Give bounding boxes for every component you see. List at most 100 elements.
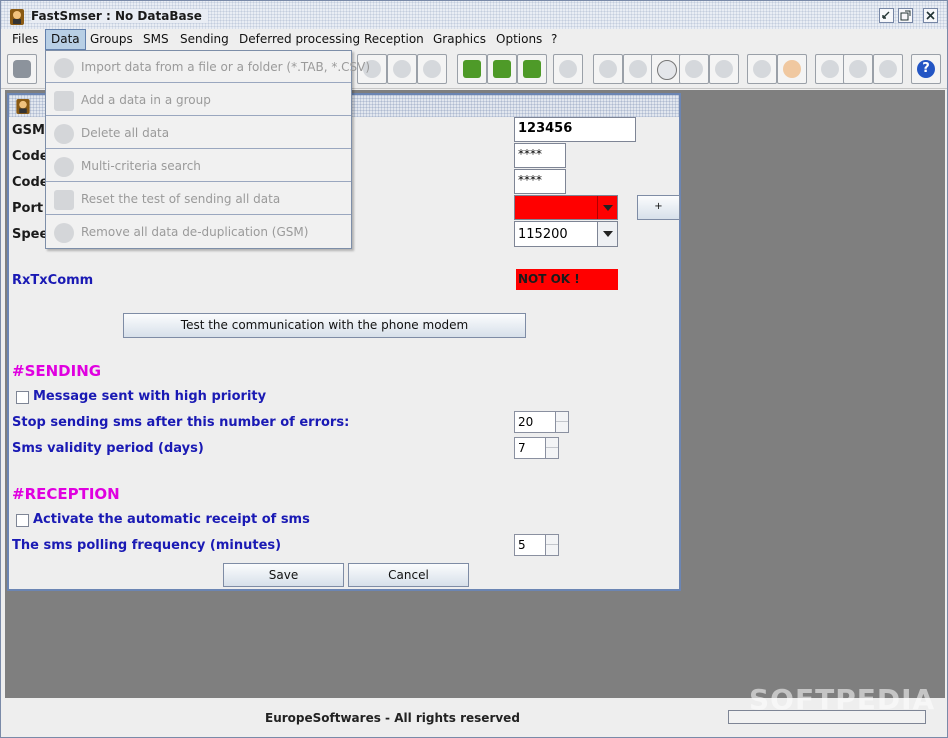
menu-item-add-data-group[interactable]: Add a data in a group <box>46 84 351 116</box>
stop-errors-stepper[interactable] <box>555 411 569 433</box>
close-icon <box>926 11 935 20</box>
toolbar-button-20[interactable] <box>843 54 873 84</box>
shield-icon <box>879 60 897 78</box>
auto-receipt-label: Activate the automatic receipt of sms <box>33 512 310 527</box>
dedup-icon <box>54 223 74 243</box>
speed-select[interactable]: 115200 <box>514 221 618 247</box>
cancel-toolbar-button[interactable] <box>709 54 739 84</box>
code-field-1[interactable]: **** <box>514 143 566 168</box>
stepper-up-icon[interactable] <box>556 412 568 422</box>
auto-receipt-checkbox[interactable] <box>16 514 29 527</box>
disc-icon <box>423 60 441 78</box>
menu-groups[interactable]: Groups <box>85 29 138 50</box>
code-field-2[interactable]: **** <box>514 169 566 194</box>
phone-edit-icon <box>493 60 511 78</box>
cross-icon <box>715 60 733 78</box>
close-button[interactable] <box>923 8 938 23</box>
high-priority-label: Message sent with high priority <box>33 389 267 404</box>
phone-send-icon <box>523 60 541 78</box>
import-icon <box>54 58 74 78</box>
message-icon <box>559 60 577 78</box>
gsm-field[interactable]: 123456 <box>514 117 636 142</box>
menu-help[interactable]: ? <box>546 29 562 50</box>
polling-stepper[interactable] <box>545 534 559 556</box>
menu-deferred-processing[interactable]: Deferred processing <box>234 29 365 50</box>
menu-files[interactable]: Files <box>7 29 43 50</box>
maximize-icon <box>900 10 911 21</box>
check-icon <box>685 60 703 78</box>
menu-graphics[interactable]: Graphics <box>428 29 491 50</box>
clock-icon <box>629 60 647 78</box>
menu-sms[interactable]: SMS <box>138 29 174 50</box>
toolbar-button-12[interactable] <box>593 54 623 84</box>
menu-item-label: Add a data in a group <box>81 93 211 107</box>
high-priority-checkbox[interactable] <box>16 391 29 404</box>
menu-sending[interactable]: Sending <box>175 29 234 50</box>
cancel-button[interactable]: Cancel <box>348 563 469 587</box>
app-logo-icon <box>10 9 24 25</box>
toolbar-button-17[interactable] <box>747 54 777 84</box>
menu-item-reset-test[interactable]: Reset the test of sending all data <box>46 183 351 215</box>
search-icon <box>54 157 74 177</box>
rxtxcomm-label: RxTxComm <box>12 273 94 288</box>
phone-add-button[interactable] <box>457 54 487 84</box>
toolbar-button-7[interactable] <box>417 54 447 84</box>
toolbar-button-21[interactable] <box>873 54 903 84</box>
reception-heading: #RECEPTION <box>12 485 120 503</box>
window-title: FastSmser : No DataBase <box>31 9 208 23</box>
menu-item-import-data[interactable]: Import data from a file or a folder (*.T… <box>46 51 370 83</box>
help-button[interactable]: ? <box>911 54 941 84</box>
minimize-button[interactable] <box>879 8 894 23</box>
database-button[interactable] <box>7 54 37 84</box>
maximize-button[interactable] <box>898 8 913 23</box>
toolbar-button-6[interactable] <box>387 54 417 84</box>
menu-options[interactable]: Options <box>491 29 547 50</box>
polling-label: The sms polling frequency (minutes) <box>12 538 282 553</box>
port-select[interactable] <box>514 195 618 220</box>
clock-icon <box>657 60 677 80</box>
add-port-button[interactable]: + <box>637 195 680 220</box>
speed-select-value: 115200 <box>518 227 568 242</box>
user-icon <box>783 60 801 78</box>
chevron-down-icon <box>597 222 617 246</box>
shield-icon <box>849 60 867 78</box>
code-label-2: Code <box>12 175 49 190</box>
test-communication-button[interactable]: Test the communication with the phone mo… <box>123 313 526 338</box>
data-menu-dropdown: Import data from a file or a folder (*.T… <box>45 50 370 249</box>
help-glyph: ? <box>922 61 930 76</box>
settings-window-icon <box>16 98 30 115</box>
globe-icon <box>753 60 771 78</box>
menu-reception[interactable]: Reception <box>359 29 429 50</box>
code-label-1: Code <box>12 149 49 164</box>
rxtxcomm-status: NOT OK ! <box>516 269 618 290</box>
toolbar-button-11[interactable] <box>553 54 583 84</box>
validity-spinner[interactable]: 7 <box>514 437 546 459</box>
scheduler-button[interactable] <box>651 54 681 84</box>
polling-spinner[interactable]: 5 <box>514 534 546 556</box>
stop-errors-label: Stop sending sms after this number of er… <box>12 415 350 430</box>
user-button[interactable] <box>777 54 807 84</box>
watermark: SOFTPEDIA <box>749 683 936 716</box>
stepper-down-icon[interactable] <box>556 422 568 432</box>
validity-stepper[interactable] <box>545 437 559 459</box>
validate-button[interactable] <box>679 54 709 84</box>
stepper-down-icon[interactable] <box>546 448 558 458</box>
menu-item-multi-criteria-search[interactable]: Multi-criteria search <box>46 150 351 182</box>
stepper-up-icon[interactable] <box>546 535 558 545</box>
sending-heading: #SENDING <box>12 362 102 380</box>
stepper-down-icon[interactable] <box>546 545 558 555</box>
toolbar-button-13[interactable] <box>623 54 653 84</box>
stepper-up-icon[interactable] <box>546 438 558 448</box>
save-button[interactable]: Save <box>223 563 344 587</box>
app-window: FastSmser : No DataBase Files Data Group… <box>0 0 948 738</box>
menu-item-label: Reset the test of sending all data <box>81 192 281 206</box>
phone-add-icon <box>463 60 481 78</box>
menu-item-delete-all-data[interactable]: Delete all data <box>46 117 351 149</box>
phone-send-button[interactable] <box>517 54 547 84</box>
toolbar-button-19[interactable] <box>815 54 845 84</box>
menu-item-label: Import data from a file or a folder (*.T… <box>81 60 371 74</box>
stop-errors-spinner[interactable]: 20 <box>514 411 556 433</box>
phone-edit-button[interactable] <box>487 54 517 84</box>
menu-data[interactable]: Data <box>45 29 86 50</box>
menu-item-remove-dedup[interactable]: Remove all data de-duplication (GSM) <box>46 216 351 248</box>
